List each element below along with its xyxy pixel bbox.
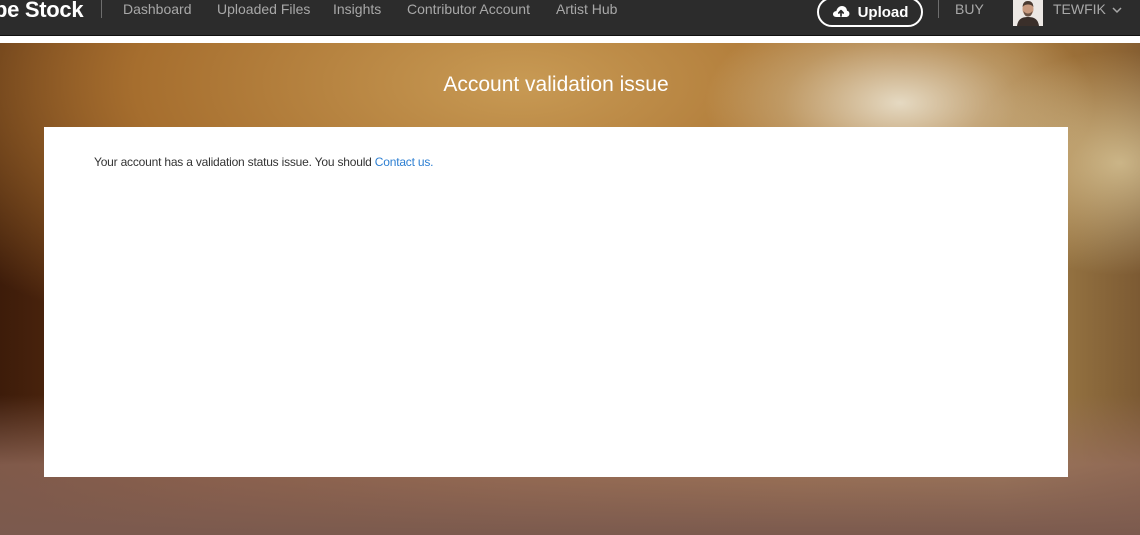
- nav-insights[interactable]: Insights: [333, 0, 381, 18]
- page-title: Account validation issue: [443, 73, 669, 96]
- validation-message-text: Your account has a validation status iss…: [94, 155, 372, 169]
- contact-us-link[interactable]: Contact us.: [375, 155, 434, 169]
- cloud-upload-icon: [832, 5, 850, 19]
- upload-button[interactable]: Upload: [817, 0, 923, 27]
- user-menu[interactable]: TEWFIK: [1053, 0, 1122, 18]
- brand-logo[interactable]: be Stock: [0, 0, 84, 24]
- top-navigation-bar: be Stock Dashboard Uploaded Files Insigh…: [0, 0, 1140, 36]
- buy-divider: [938, 0, 939, 18]
- message-card: Your account has a validation status iss…: [44, 127, 1068, 477]
- brand-divider: [101, 0, 102, 18]
- nav-artist-hub[interactable]: Artist Hub: [556, 0, 617, 18]
- nav-uploaded-files[interactable]: Uploaded Files: [217, 0, 310, 18]
- chevron-down-icon: [1112, 0, 1122, 18]
- upload-label: Upload: [857, 3, 909, 21]
- avatar[interactable]: [1013, 0, 1043, 26]
- nav-dashboard[interactable]: Dashboard: [123, 0, 192, 18]
- nav-contributor-account[interactable]: Contributor Account: [407, 0, 530, 18]
- username: TEWFIK: [1053, 1, 1106, 17]
- hero-background: Account validation issue Your account ha…: [0, 43, 1140, 535]
- buy-link[interactable]: BUY: [955, 0, 984, 18]
- validation-message: Your account has a validation status iss…: [94, 155, 433, 169]
